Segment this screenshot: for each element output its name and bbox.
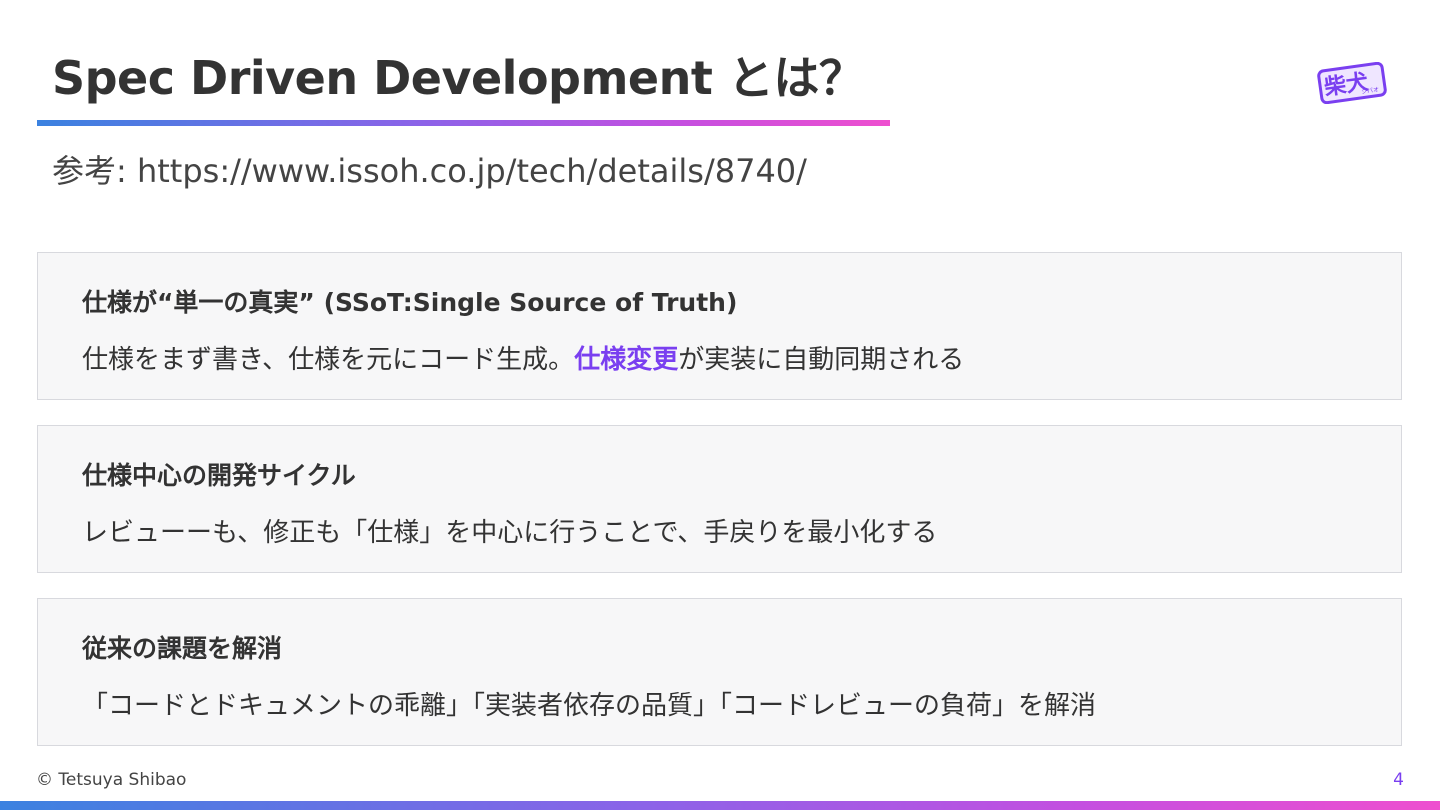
card-resolve-issues: 従来の課題を解消 「コードとドキュメントの乖離」「実装者依存の品質」「コードレビ… [37, 598, 1402, 746]
card-heading: 従来の課題を解消 [82, 634, 283, 663]
card-heading: 仕様中心の開発サイクル [82, 461, 356, 490]
page-number: 4 [1393, 770, 1404, 790]
card-body: 仕様をまず書き、仕様を元にコード生成。仕様変更が実装に自動同期される [82, 339, 964, 376]
card-body-highlight: 仕様変更 [574, 345, 679, 375]
card-body: レビューーも、修正も「仕様」を中心に行うことで、手戻りを最小化する [82, 518, 938, 548]
title-underline [37, 120, 890, 126]
card-spec-cycle: 仕様中心の開発サイクル レビューーも、修正も「仕様」を中心に行うことで、手戻りを… [37, 425, 1402, 573]
card-body: 「コードとドキュメントの乖離」「実装者依存の品質」「コードレビューの負荷」を解消 [82, 691, 1097, 721]
slide-title: Spec Driven Development とは？ [52, 51, 865, 105]
footer-copyright: © Tetsuya Shibao [36, 770, 187, 790]
footer-gradient-bar [0, 801, 1440, 810]
card-heading: 仕様が“単一の真実” (SSoT:Single Source of Truth) [82, 288, 738, 317]
card-body-text-after: が実装に自動同期される [678, 345, 965, 375]
card-ssot: 仕様が“単一の真実” (SSoT:Single Source of Truth)… [37, 252, 1402, 400]
shiba-logo-stamp: 柴犬 シバオ [1317, 62, 1387, 104]
card-body-text: 仕様をまず書き、仕様を元にコード生成。 [82, 345, 575, 375]
reference-link[interactable]: 参考: https://www.issoh.co.jp/tech/details… [52, 146, 807, 192]
